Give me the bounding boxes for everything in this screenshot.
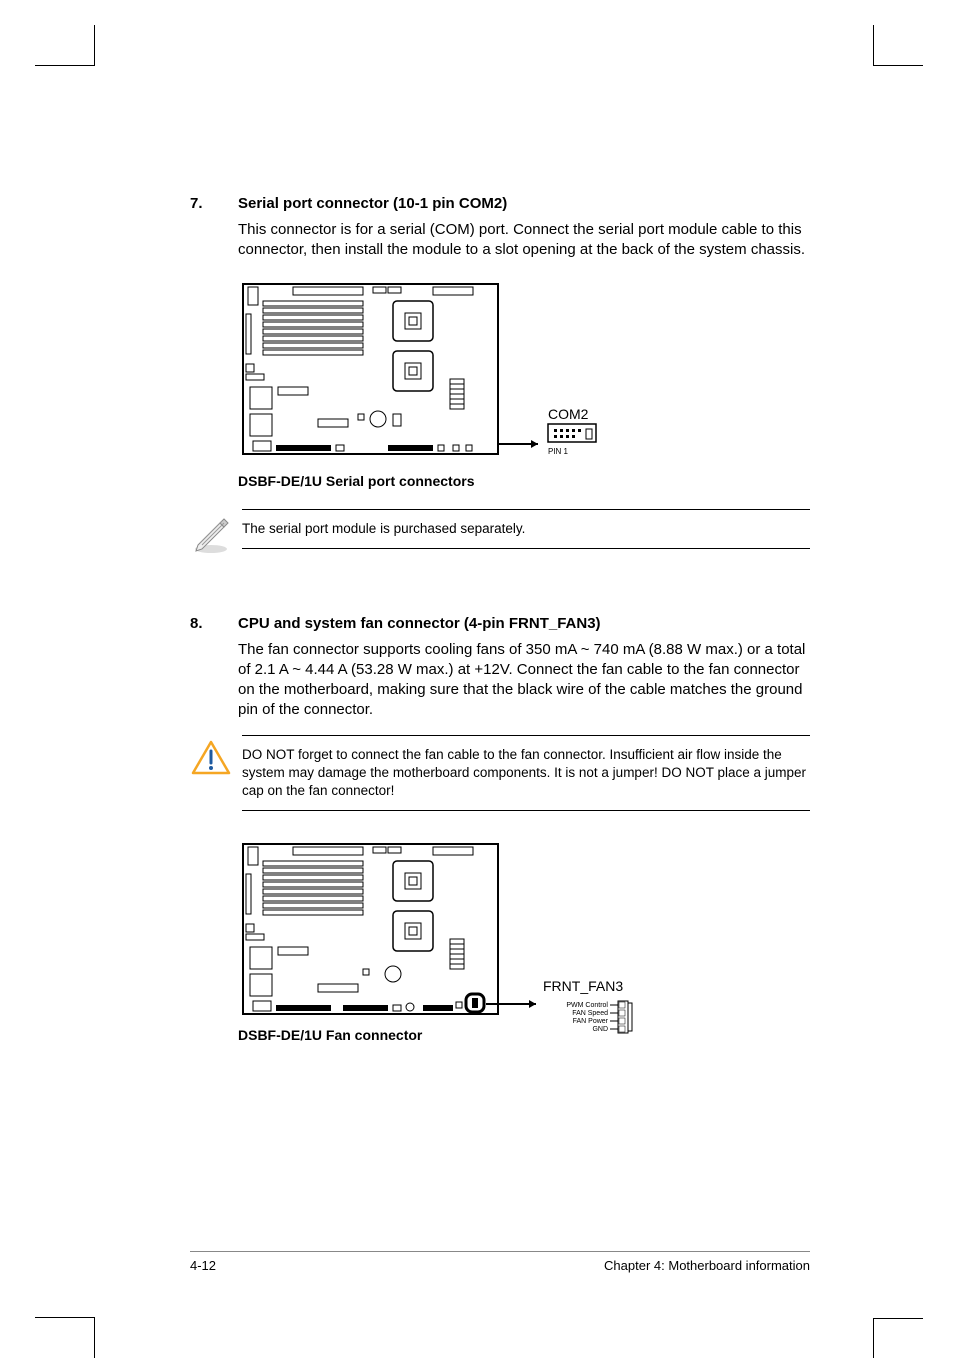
pin-power-label: FAN Power <box>573 1018 609 1025</box>
note-1-text: The serial port module is purchased sepa… <box>242 509 810 549</box>
section-7-header: 7. Serial port connector (10-1 pin COM2) <box>190 195 810 212</box>
fan-connector-diagram: FRNT_FAN3 PWM Control FAN Speed FAN Powe… <box>238 839 810 1043</box>
pin1-label: PIN 1 <box>548 447 569 456</box>
pencil-note-icon <box>190 513 242 560</box>
section-8: 8. CPU and system fan connector (4-pin F… <box>190 615 810 1044</box>
note-box-1: The serial port module is purchased sepa… <box>190 509 810 560</box>
pin-pwm-label: PWM Control <box>566 1002 608 1009</box>
section-7-number: 7. <box>190 195 238 212</box>
motherboard-diagram-2: FRNT_FAN3 PWM Control FAN Speed FAN Powe… <box>238 839 678 1039</box>
page-footer: 4-12 Chapter 4: Motherboard information <box>190 1251 810 1273</box>
pin-speed-label: FAN Speed <box>572 1010 608 1017</box>
section-8-header: 8. CPU and system fan connector (4-pin F… <box>190 615 810 632</box>
section-8-title: CPU and system fan connector (4-pin FRNT… <box>238 615 601 632</box>
section-8-number: 8. <box>190 615 238 632</box>
motherboard-diagram-1: COM2 PIN 1 <box>238 279 618 469</box>
section-7: 7. Serial port connector (10-1 pin COM2)… <box>190 195 810 560</box>
pin-gnd-label: GND <box>592 1026 608 1033</box>
page-number: 4-12 <box>190 1258 216 1273</box>
section-7-title: Serial port connector (10-1 pin COM2) <box>238 195 507 212</box>
section-7-body: This connector is for a serial (COM) por… <box>238 220 810 261</box>
diagram-1-caption: DSBF-DE/1U Serial port connectors <box>238 473 810 489</box>
serial-port-diagram: COM2 PIN 1 DSBF-DE/1U Serial port connec… <box>238 279 810 489</box>
section-8-body: The fan connector supports cooling fans … <box>238 640 810 721</box>
warning-box: DO NOT forget to connect the fan cable t… <box>190 735 810 812</box>
diagram-2-caption: DSBF-DE/1U Fan connector <box>238 1027 810 1043</box>
com2-label: COM2 <box>548 406 589 422</box>
fan-label: FRNT_FAN3 <box>543 978 623 994</box>
chapter-label: Chapter 4: Motherboard information <box>604 1258 810 1273</box>
caution-icon <box>190 739 242 782</box>
warning-text: DO NOT forget to connect the fan cable t… <box>242 735 810 812</box>
